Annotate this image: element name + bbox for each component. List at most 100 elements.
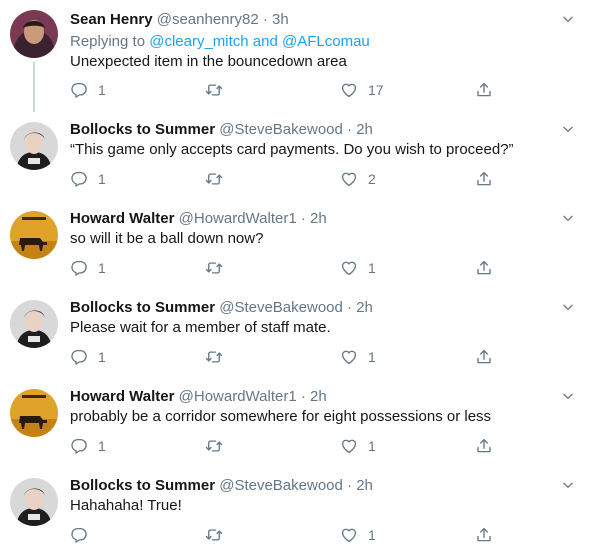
reply-button[interactable]: 1 [70,347,106,367]
tweet-text: so will it be a ball down now? [70,230,264,247]
share-button[interactable] [475,80,493,100]
display-name[interactable]: Sean Henry [70,11,153,28]
share-button[interactable] [475,436,493,456]
tweet-text: Please wait for a member of staff mate. [70,319,331,336]
tweet-actions: 1 17 [70,80,510,100]
reply-icon [70,526,88,544]
like-button[interactable]: 2 [340,169,376,189]
share-icon [475,259,493,277]
tweet-text: Unexpected item in the bouncedown area [70,53,347,70]
avatar[interactable] [10,10,58,58]
share-button[interactable] [475,258,493,278]
retweet-button[interactable] [205,258,233,278]
reply-button[interactable]: 1 [70,258,106,278]
timestamp[interactable]: 2h [310,210,327,227]
display-name[interactable]: Bollocks to Summer [70,121,215,138]
retweet-icon [205,526,223,544]
chevron-down-icon[interactable] [561,300,575,314]
tweet-header: Howard Walter @HowardWalter1 · 2h [70,209,327,229]
avatar[interactable] [10,122,58,170]
replying-to-links[interactable]: @cleary_mitch and @AFLcomau [149,33,370,50]
tweet-bollocks-to-summer[interactable]: Bollocks to Summer @SteveBakewood · 2h H… [0,476,589,551]
avatar[interactable] [10,300,58,348]
reply-count: 1 [98,82,106,98]
chevron-down-icon[interactable] [561,389,575,403]
retweet-button[interactable] [205,525,233,545]
chevron-down-icon[interactable] [561,12,575,26]
tweet-header: Howard Walter @HowardWalter1 · 2h [70,387,327,407]
like-count: 1 [368,527,376,543]
reply-button[interactable]: 1 [70,436,106,456]
tweet-howard-walter[interactable]: Howard Walter @HowardWalter1 · 2h probab… [0,387,589,462]
like-button[interactable]: 1 [340,347,376,367]
reply-count: 1 [98,171,106,187]
display-name[interactable]: Howard Walter [70,388,174,405]
share-icon [475,81,493,99]
retweet-button[interactable] [205,80,233,100]
retweet-button[interactable] [205,436,233,456]
retweet-button[interactable] [205,347,233,367]
separator: · [347,477,353,494]
tweet-header: Sean Henry @seanhenry82 · 3h [70,10,289,30]
avatar[interactable] [10,211,58,259]
timestamp[interactable]: 2h [310,388,327,405]
tweet-howard-walter[interactable]: Howard Walter @HowardWalter1 · 2h so wil… [0,209,589,284]
share-button[interactable] [475,347,493,367]
reply-icon [70,348,88,366]
avatar[interactable] [10,478,58,526]
tweet-bollocks-to-summer[interactable]: Bollocks to Summer @SteveBakewood · 2h P… [0,298,589,373]
like-icon [340,259,358,277]
share-button[interactable] [475,525,493,545]
tweet-text: Hahahaha! True! [70,497,182,514]
reply-button[interactable]: 1 [70,80,106,100]
user-handle[interactable]: @HowardWalter1 [179,210,297,227]
chevron-down-icon[interactable] [561,211,575,225]
tweet-actions: 1 2 [70,169,510,189]
separator: · [300,388,306,405]
like-count: 17 [368,82,384,98]
retweet-button[interactable] [205,169,233,189]
like-icon [340,170,358,188]
reply-count: 1 [98,260,106,276]
timestamp[interactable]: 2h [356,299,373,316]
retweet-icon [205,81,223,99]
timestamp[interactable]: 2h [356,477,373,494]
share-icon [475,526,493,544]
separator: · [300,210,306,227]
timestamp[interactable]: 2h [356,121,373,138]
share-button[interactable] [475,169,493,189]
tweet-bollocks-to-summer[interactable]: Bollocks to Summer @SteveBakewood · 2h “… [0,120,589,195]
display-name[interactable]: Howard Walter [70,210,174,227]
user-handle[interactable]: @seanhenry82 [157,11,259,28]
tweet-actions: 1 [70,525,510,545]
reply-button[interactable] [70,525,98,545]
share-icon [475,437,493,455]
share-icon [475,170,493,188]
avatar[interactable] [10,389,58,437]
separator: · [347,299,353,316]
like-icon [340,437,358,455]
replying-to: Replying to @cleary_mitch and @AFLcomau [70,32,370,52]
chevron-down-icon[interactable] [561,478,575,492]
user-handle[interactable]: @SteveBakewood [219,121,343,138]
user-handle[interactable]: @SteveBakewood [219,477,343,494]
separator: · [262,11,268,28]
display-name[interactable]: Bollocks to Summer [70,477,215,494]
like-button[interactable]: 17 [340,80,384,100]
tweet-header: Bollocks to Summer @SteveBakewood · 2h [70,476,373,496]
user-handle[interactable]: @HowardWalter1 [179,388,297,405]
like-button[interactable]: 1 [340,436,376,456]
like-button[interactable]: 1 [340,258,376,278]
display-name[interactable]: Bollocks to Summer [70,299,215,316]
reply-icon [70,259,88,277]
like-icon [340,81,358,99]
chevron-down-icon[interactable] [561,122,575,136]
reply-icon [70,81,88,99]
timestamp[interactable]: 3h [272,11,289,28]
retweet-icon [205,348,223,366]
like-button[interactable]: 1 [340,525,376,545]
reply-icon [70,437,88,455]
user-handle[interactable]: @SteveBakewood [219,299,343,316]
tweet-sean-henry[interactable]: Sean Henry @seanhenry82 · 3h Replying to… [0,10,589,110]
reply-button[interactable]: 1 [70,169,106,189]
